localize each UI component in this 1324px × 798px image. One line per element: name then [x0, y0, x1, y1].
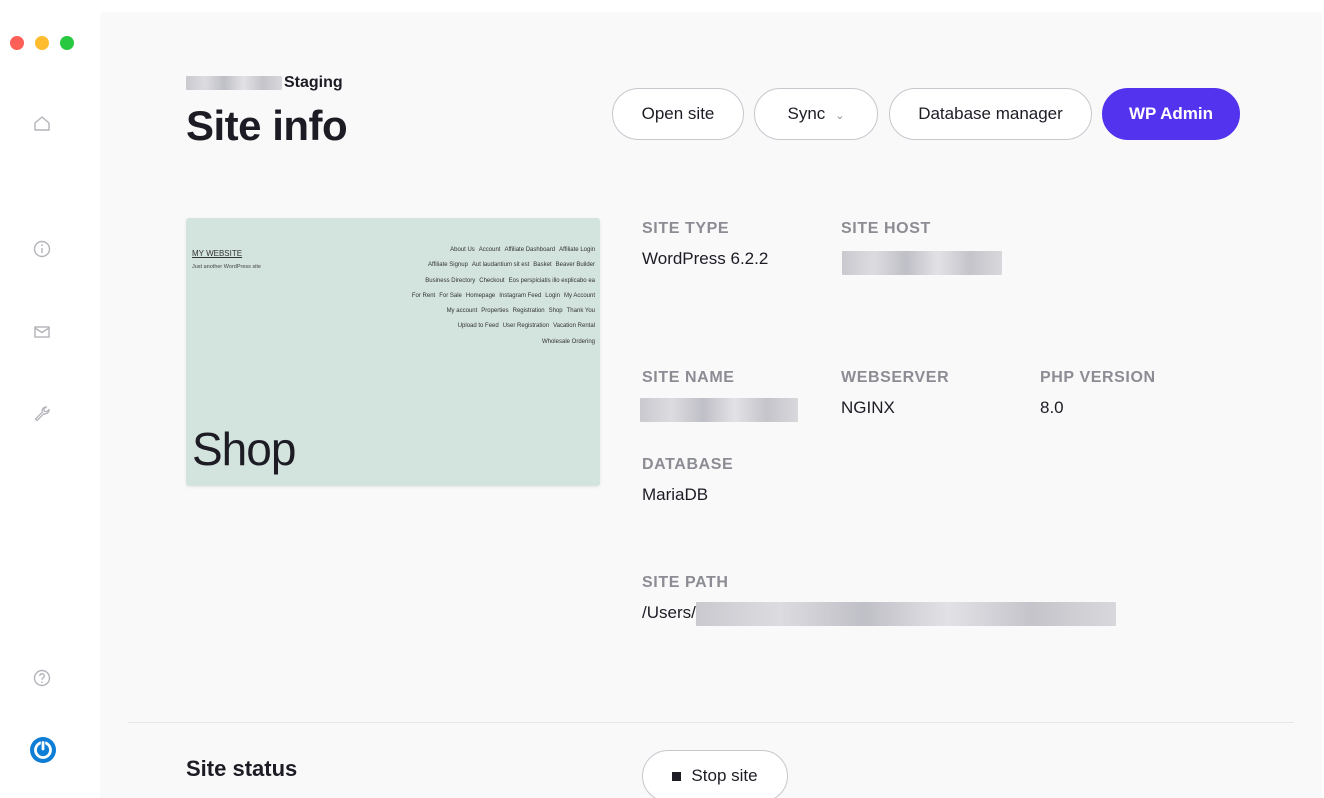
- open-site-button[interactable]: Open site: [612, 88, 744, 140]
- wrench-icon[interactable]: [30, 402, 54, 426]
- site-status-heading: Site status: [186, 756, 298, 781]
- sidebar: [0, 0, 100, 798]
- preview-heading: Shop: [192, 423, 296, 475]
- info-icon[interactable]: [30, 237, 54, 261]
- preview-nav-item: Thank You: [566, 308, 595, 315]
- preview-nav-item: Basket: [533, 262, 552, 269]
- zoom-window-button[interactable]: [60, 36, 74, 50]
- preview-nav-item: User Registration: [502, 323, 550, 330]
- preview-nav-item: Affiliate Dashboard: [504, 247, 556, 253]
- site-environment-label: Staging: [284, 74, 343, 91]
- redacted-site-path: [696, 602, 1116, 626]
- site-path-label: SITE PATH: [642, 574, 729, 591]
- database-value: MariaDB: [642, 485, 709, 504]
- preview-nav-item: For Rent: [411, 292, 436, 299]
- preview-nav-row: For Rent For Sale Homepage Instagram Feed Lo…: [380, 289, 595, 304]
- database-manager-label: Database manager: [918, 104, 1063, 123]
- site-preview-thumbnail[interactable]: MY WEBSITE Just another WordPress site A…: [186, 218, 600, 486]
- page-title: Site info: [186, 102, 348, 149]
- php-version-label: PHP VERSION: [1040, 369, 1156, 386]
- sync-label: Sync: [787, 104, 826, 123]
- site-name-label: SITE NAME: [642, 369, 735, 386]
- site-info-panel: Staging Site info Open site Sync ⌄ Datab…: [100, 12, 1322, 798]
- minimize-window-button[interactable]: [35, 36, 49, 50]
- mail-icon[interactable]: [30, 320, 54, 344]
- preview-nav-row: Business Directory Checkout Eos perspiciat…: [380, 274, 595, 289]
- preview-tagline: Just another WordPress site: [192, 264, 261, 270]
- preview-nav-item: Account: [478, 247, 501, 253]
- site-path-value: /Users/: [642, 603, 696, 622]
- wp-admin-label: WP Admin: [1128, 104, 1214, 123]
- sync-dropdown-button[interactable]: Sync ⌄: [754, 88, 878, 140]
- site-name-header: Staging: [186, 74, 343, 92]
- preview-nav-item: My Account: [563, 292, 595, 299]
- preview-nav-item: Shop: [548, 308, 563, 315]
- preview-nav-menu: About Us Account Affiliate Dashboard Affili…: [380, 243, 595, 350]
- site-type-label: SITE TYPE: [642, 220, 730, 237]
- chevron-down-icon: ⌄: [835, 109, 845, 122]
- redacted-site-name: [186, 76, 282, 90]
- php-version-value: 8.0: [1040, 398, 1064, 417]
- site-host-label: SITE HOST: [841, 220, 931, 237]
- stop-site-label: Stop site: [691, 766, 758, 785]
- database-manager-button[interactable]: Database manager: [889, 88, 1092, 140]
- preview-nav-item: Affiliate Signup: [428, 262, 468, 269]
- preview-nav-item: Vacation Rental: [553, 323, 595, 330]
- preview-nav-item: Business Directory: [425, 277, 476, 284]
- database-label: DATABASE: [642, 456, 734, 473]
- preview-nav-row: Wholesale Ordering: [380, 335, 595, 350]
- redacted-site-name-value: [640, 398, 798, 422]
- preview-site-title: MY WEBSITE: [192, 249, 243, 258]
- preview-nav-item: Properties: [481, 308, 509, 315]
- preview-nav-row: Upload to Feed User Registration Vacation …: [380, 319, 595, 334]
- preview-nav-item: Beaver Builder: [555, 262, 595, 269]
- preview-nav-item: Homepage: [465, 292, 496, 299]
- preview-nav-item: My account: [446, 308, 478, 315]
- site-type-value: WordPress 6.2.2: [642, 249, 769, 268]
- preview-nav-row: Affiliate Signup Aut laudantium sit est Ba…: [380, 258, 595, 273]
- webserver-value: NGINX: [841, 398, 895, 417]
- home-icon[interactable]: [30, 112, 54, 136]
- redacted-site-host: [842, 251, 1002, 275]
- window-controls: [10, 36, 74, 50]
- preview-nav-item: Registration: [512, 308, 545, 315]
- preview-nav-item: Upload to Feed: [457, 323, 499, 330]
- section-divider: [128, 722, 1294, 723]
- preview-nav-item: Affiliate Login: [559, 247, 595, 253]
- preview-nav-item: About Us: [450, 247, 475, 253]
- webserver-label: WEBSERVER: [841, 369, 950, 386]
- open-site-label: Open site: [641, 104, 715, 123]
- preview-nav-item: Checkout: [479, 277, 505, 284]
- stop-site-button[interactable]: Stop site: [642, 750, 788, 798]
- wp-admin-button[interactable]: WP Admin: [1102, 88, 1240, 140]
- preview-nav-row: About Us Account Affiliate Dashboard Affili…: [380, 243, 595, 258]
- close-window-button[interactable]: [10, 36, 24, 50]
- preview-nav-item: Eos perspiciatis illo explicabo ea: [508, 277, 595, 284]
- preview-nav-row: My account Properties Registration Shop Than…: [380, 304, 595, 319]
- help-icon[interactable]: [30, 666, 54, 690]
- devkinsta-logo-icon[interactable]: [29, 736, 57, 764]
- preview-nav-item: For Sale: [439, 292, 462, 299]
- preview-nav-item: Login: [545, 292, 560, 299]
- preview-nav-item: Instagram Feed: [499, 292, 542, 299]
- preview-nav-item: Wholesale Ordering: [541, 338, 595, 345]
- preview-nav-item: Aut laudantium sit est: [471, 262, 530, 269]
- stop-icon: [672, 771, 682, 781]
